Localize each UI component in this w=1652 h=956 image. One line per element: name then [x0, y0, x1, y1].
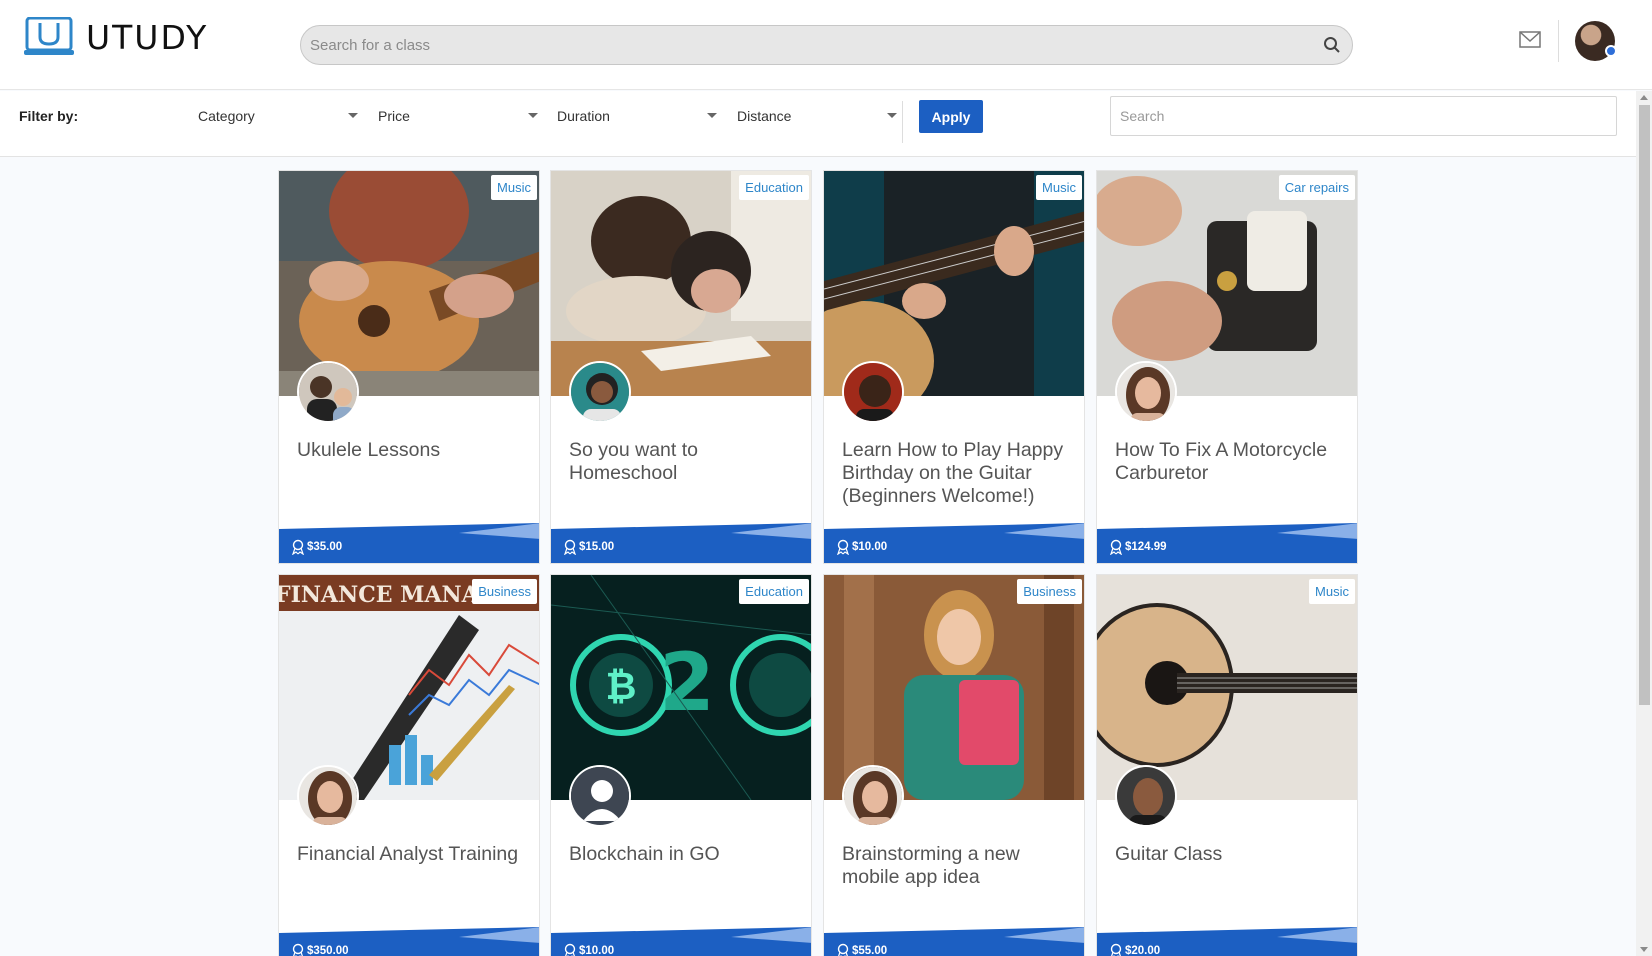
card-price-footer: $10.00	[551, 927, 811, 956]
card-price-footer: $350.00	[279, 927, 539, 956]
avatar-man-with-baby[interactable]	[297, 361, 359, 423]
price-dropdown[interactable]: Price	[378, 108, 538, 130]
class-card[interactable]: Car repairs How To Fix A Motorcycle Carb…	[1096, 170, 1358, 564]
card-price-footer: $35.00	[279, 523, 539, 563]
price-label: $10.00	[836, 539, 887, 555]
header-divider	[1558, 20, 1559, 62]
award-ribbon-icon	[564, 943, 576, 956]
category-tag: Music	[1036, 175, 1082, 200]
price-label: $20.00	[1109, 943, 1160, 956]
search-icon[interactable]	[1312, 25, 1352, 65]
mail-icon[interactable]	[1519, 30, 1543, 50]
price-label: $15.00	[563, 539, 614, 555]
class-grid: Music Ukulele Lessons $35.00 Education S…	[278, 170, 1359, 956]
category-tag: Music	[491, 175, 537, 200]
filter-label: Filter by:	[19, 108, 79, 124]
award-ribbon-icon	[837, 539, 849, 555]
class-card[interactable]: Music Guitar Class $20.00	[1096, 574, 1358, 956]
award-ribbon-icon	[292, 539, 304, 555]
card-title[interactable]: Ukulele Lessons	[297, 439, 533, 462]
class-card[interactable]: Business Brainstorming a new mobile app …	[823, 574, 1085, 956]
card-title[interactable]: Brainstorming a new mobile app idea	[842, 843, 1078, 889]
price-label: $10.00	[563, 943, 614, 956]
price-value: $124.99	[1125, 541, 1167, 553]
class-card[interactable]: Education So you want to Homeschool $15.…	[550, 170, 812, 564]
avatar-man-smiling[interactable]	[1115, 765, 1177, 827]
class-card[interactable]: ₿ 2 Education Blockchain in GO $10.00	[550, 574, 812, 956]
card-title[interactable]: So you want to Homeschool	[569, 439, 805, 485]
scroll-up-icon[interactable]	[1640, 95, 1648, 100]
price-value: $15.00	[579, 541, 615, 553]
duration-dropdown-label: Duration	[557, 108, 610, 124]
class-card[interactable]: Music Ukulele Lessons $35.00	[278, 170, 540, 564]
distance-dropdown[interactable]: Distance	[737, 108, 897, 130]
card-price-footer: $10.00	[824, 523, 1084, 563]
class-search-bar	[300, 25, 1353, 65]
price-label: $124.99	[1109, 539, 1167, 555]
card-price-footer: $15.00	[551, 523, 811, 563]
avatar-woman-brown-hair[interactable]	[297, 765, 359, 827]
card-title[interactable]: Financial Analyst Training	[297, 843, 533, 866]
distance-dropdown-label: Distance	[737, 108, 792, 124]
price-dropdown-label: Price	[378, 108, 410, 124]
page-scrollbar[interactable]	[1636, 91, 1652, 956]
avatar-woman-smiling[interactable]	[569, 361, 631, 423]
card-price-footer: $55.00	[824, 927, 1084, 956]
class-search-input[interactable]	[301, 26, 1312, 64]
card-price-footer: $124.99	[1097, 523, 1357, 563]
scroll-down-icon[interactable]	[1640, 947, 1648, 952]
award-ribbon-icon	[837, 943, 849, 956]
chevron-down-icon	[348, 113, 358, 118]
card-price-footer: $20.00	[1097, 927, 1357, 956]
category-tag: Car repairs	[1278, 175, 1355, 200]
award-ribbon-icon	[292, 943, 304, 956]
card-title[interactable]: How To Fix A Motorcycle Carburetor	[1115, 439, 1351, 485]
category-tag: Education	[739, 579, 809, 604]
filter-bar: Filter by: Category Price Duration Dista…	[0, 91, 1636, 157]
duration-dropdown[interactable]: Duration	[557, 108, 717, 130]
award-ribbon-icon	[1110, 943, 1122, 956]
class-card[interactable]: FINANCE MANAGE Business Financial Analys…	[278, 574, 540, 956]
price-label: $350.00	[291, 943, 349, 956]
scrollbar-thumb[interactable]	[1639, 105, 1650, 705]
card-title[interactable]: Guitar Class	[1115, 843, 1351, 866]
category-tag: Business	[472, 579, 537, 604]
logo-icon	[24, 17, 74, 55]
logo-text: UTUDY	[86, 17, 209, 57]
chevron-down-icon	[887, 113, 897, 118]
top-navbar: UTUDY	[0, 0, 1652, 90]
svg-text:₿: ₿	[606, 664, 637, 708]
chevron-down-icon	[528, 113, 538, 118]
avatar-placeholder[interactable]	[569, 765, 631, 827]
avatar-man-red-background[interactable]	[842, 361, 904, 423]
avatar-badge-icon	[1605, 45, 1617, 57]
price-value: $35.00	[307, 541, 343, 553]
filter-search-input[interactable]	[1110, 96, 1617, 136]
price-value: $10.00	[852, 541, 888, 553]
utudy-logo[interactable]: UTUDY	[24, 16, 208, 58]
card-title[interactable]: Blockchain in GO	[569, 843, 805, 866]
category-tag: Music	[1309, 579, 1355, 604]
category-tag: Education	[739, 175, 809, 200]
avatar-woman-brown-hair[interactable]	[1115, 361, 1177, 423]
class-card[interactable]: Music Learn How to Play Happy Birthday o…	[823, 170, 1085, 564]
chevron-down-icon	[707, 113, 717, 118]
card-title[interactable]: Learn How to Play Happy Birthday on the …	[842, 439, 1078, 508]
price-value: $55.00	[852, 945, 888, 956]
category-tag: Business	[1017, 579, 1082, 604]
category-dropdown[interactable]: Category	[198, 108, 358, 130]
user-avatar[interactable]	[1575, 21, 1617, 61]
award-ribbon-icon	[1110, 539, 1122, 555]
price-label: $55.00	[836, 943, 887, 956]
price-value: $10.00	[579, 945, 615, 956]
award-ribbon-icon	[564, 539, 576, 555]
avatar-woman-brown-hair[interactable]	[842, 765, 904, 827]
price-value: $20.00	[1125, 945, 1161, 956]
price-label: $35.00	[291, 539, 342, 555]
apply-button[interactable]: Apply	[919, 100, 983, 133]
filter-divider	[902, 101, 903, 143]
price-value: $350.00	[307, 945, 349, 956]
category-dropdown-label: Category	[198, 108, 255, 124]
